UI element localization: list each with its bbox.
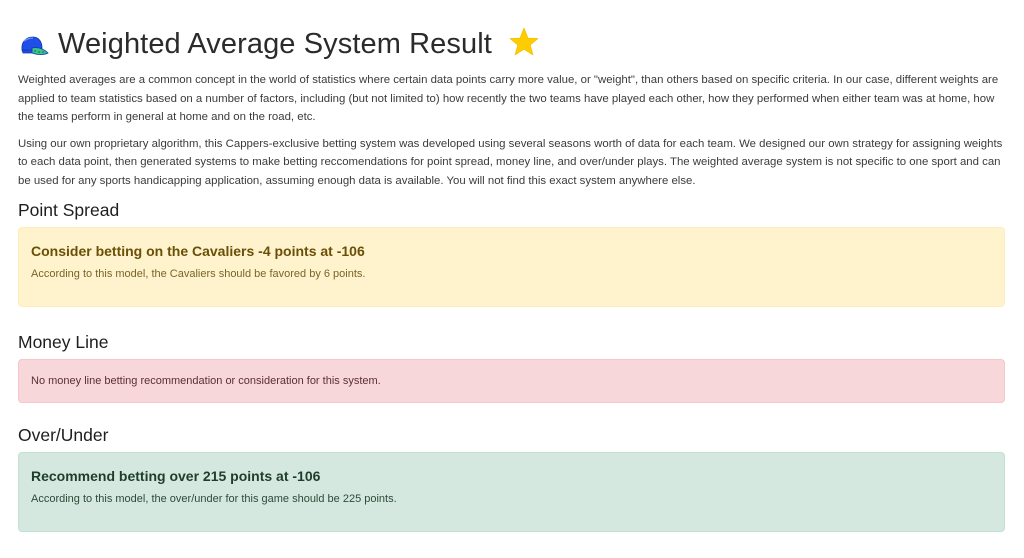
money-line-alert: No money line betting recommendation or … [18, 358, 1005, 403]
money-line-detail: No money line betting recommendation or … [31, 374, 381, 387]
baseball-cap-icon [18, 33, 50, 57]
page-title: Weighted Average System Result [58, 27, 492, 60]
intro-paragraph: Weighted averages are a common concept i… [18, 74, 999, 124]
intro-paragraph: Using our own proprietary algorithm, thi… [18, 137, 1003, 187]
over-under-alert: Recommend betting over 215 points at -10… [18, 451, 1005, 532]
money-line-heading: Money Line [18, 331, 109, 352]
page-container: Weighted Average System Result Weighted … [0, 20, 1024, 532]
point-spread-heading: Point Spread [18, 199, 120, 220]
over-under-heading: Over/Under [18, 424, 109, 445]
star-icon [508, 26, 540, 58]
over-under-recommendation: Recommend betting over 215 points at -10… [31, 467, 321, 484]
over-under-detail: According to this model, the over/under … [31, 492, 397, 505]
point-spread-recommendation: Consider betting on the Cavaliers -4 poi… [31, 242, 365, 259]
point-spread-alert: Consider betting on the Cavaliers -4 poi… [18, 226, 1005, 307]
point-spread-detail: According to this model, the Cavaliers s… [31, 267, 366, 280]
page-title-row: Weighted Average System Result [18, 20, 1005, 68]
